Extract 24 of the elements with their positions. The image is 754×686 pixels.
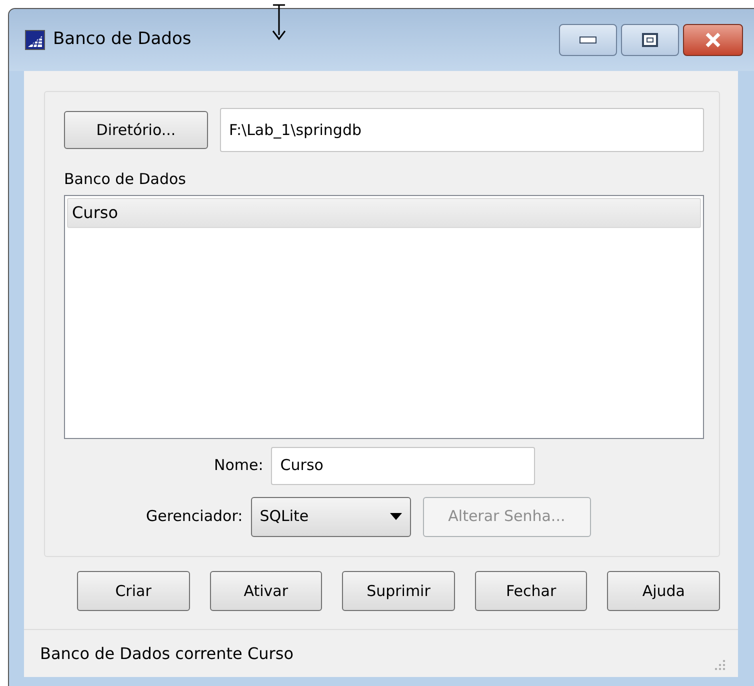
maximize-button[interactable] <box>621 24 679 56</box>
name-label: Nome: <box>214 455 264 476</box>
status-text: Banco de Dados corrente Curso <box>40 642 294 664</box>
list-label: Banco de Dados <box>64 169 186 190</box>
manager-label: Gerenciador: <box>146 506 243 528</box>
list-item[interactable]: Curso <box>67 198 701 228</box>
minimize-icon <box>579 36 597 44</box>
directory-button[interactable]: Diretório... <box>64 111 208 149</box>
resize-grip-icon <box>714 659 726 671</box>
dialog-button[interactable]: Suprimir <box>342 571 455 611</box>
database-app-icon <box>25 30 45 50</box>
maximize-icon <box>642 33 658 47</box>
minimize-button[interactable] <box>559 24 617 56</box>
manager-dropdown[interactable]: SQLite <box>250 496 411 536</box>
window-title: Banco de Dados <box>53 28 192 52</box>
name-field[interactable]: Curso <box>271 446 536 484</box>
dialog-button[interactable]: Ativar <box>210 571 322 611</box>
dialog-button[interactable]: Fechar <box>474 571 588 611</box>
caret-icon <box>390 513 402 520</box>
directory-field[interactable]: F:\Lab_1\springdb <box>220 108 704 152</box>
dialog-button[interactable]: Criar <box>77 571 190 611</box>
close-icon <box>704 32 722 48</box>
close-button[interactable] <box>683 24 743 56</box>
dialog-button[interactable]: Ajuda <box>607 571 720 611</box>
